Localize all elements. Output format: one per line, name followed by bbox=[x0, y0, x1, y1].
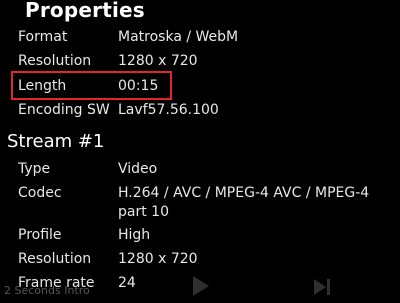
next-icon bbox=[314, 279, 330, 295]
background-caption: 2 Seconds Intro bbox=[4, 284, 90, 297]
property-label: Type bbox=[18, 161, 51, 177]
property-value: 24 bbox=[118, 275, 136, 291]
play-icon bbox=[193, 276, 209, 296]
property-value: 00:15 bbox=[118, 78, 159, 94]
property-label: Length bbox=[18, 78, 67, 94]
property-label: Resolution bbox=[18, 53, 92, 69]
property-value: 1280 x 720 bbox=[118, 53, 198, 69]
property-value: Lavf57.56.100 bbox=[118, 102, 219, 118]
property-value: 1280 x 720 bbox=[118, 251, 198, 267]
stream-title: Stream #1 bbox=[7, 131, 105, 152]
property-label: Format bbox=[18, 29, 68, 45]
properties-dialog: Properties Format Matroska / WebM Resolu… bbox=[0, 0, 400, 303]
property-label: Codec bbox=[18, 185, 62, 201]
property-label: Resolution bbox=[18, 251, 92, 267]
property-value: Video bbox=[118, 161, 158, 177]
property-label: Profile bbox=[18, 227, 62, 243]
property-value: High bbox=[118, 227, 151, 243]
property-value: Matroska / WebM bbox=[118, 29, 239, 45]
dialog-title: Properties bbox=[25, 0, 145, 22]
property-label: Encoding SW bbox=[18, 102, 110, 118]
property-value: H.264 / AVC / MPEG-4 AVC / MPEG-4 part 1… bbox=[118, 185, 370, 220]
